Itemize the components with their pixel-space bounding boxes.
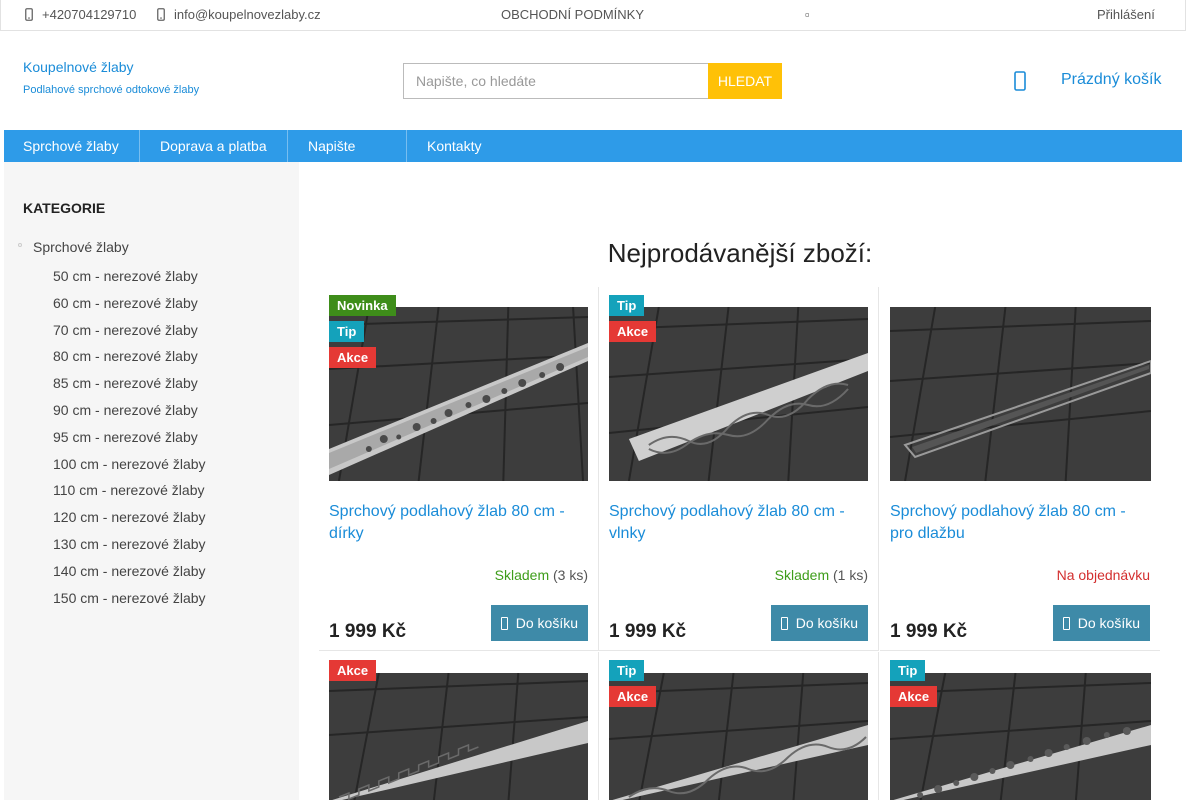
product-name[interactable]: Sprchový podlahový žlab 80 cm - dírky [329,501,589,545]
product-price: 1 999 Kč [329,621,407,642]
sidebar-heading: KATEGORIE [23,200,106,216]
product-image[interactable] [890,307,1151,481]
availability-count: (1 ks) [833,567,868,583]
product-flags: Tip Akce [890,660,938,712]
sidebar-subitem[interactable]: 120 cm - nerezové žlaby [53,504,206,531]
product-availability: Skladem (1 ks) [775,567,868,583]
nav-item-kontakty[interactable]: Kontakty [407,130,507,162]
product-flags: Akce [329,660,377,686]
sidebar-subcategory-list: 50 cm - nerezové žlaby 60 cm - nerezové … [53,263,206,611]
dropdown-icon[interactable]: ▫ [805,0,810,31]
product-availability: Na objednávku [1057,567,1150,583]
search-input[interactable] [403,63,709,99]
availability-status: Na objednávku [1056,567,1150,583]
sidebar-item-sprchove-zlaby[interactable]: Sprchové žlaby [33,239,129,255]
login-link[interactable]: Přihlášení [1097,0,1155,31]
terms-link[interactable]: OBCHODNÍ PODMÍNKY [501,0,644,31]
flag-tip: Tip [609,295,645,316]
top-bar: +420704129710 info@koupelnovezlaby.cz OB… [0,0,1186,31]
nav-item-sprchove-zlaby[interactable]: Sprchové žlaby [4,130,140,162]
product-name[interactable]: Sprchový podlahový žlab 80 cm - pro dlaž… [890,501,1150,545]
sidebar-subitem[interactable]: 110 cm - nerezové žlaby [53,477,206,504]
sidebar: KATEGORIE Sprchové žlaby 50 cm - nerezov… [4,162,299,800]
flag-tip: Tip [329,321,365,342]
phone-link[interactable]: +420704129710 [24,0,136,31]
add-to-cart-button[interactable]: Do košíku [770,605,868,641]
product-card: Tip Akce [599,652,879,800]
add-to-cart-label: Do košíku [515,615,578,631]
product-availability: Skladem (3 ks) [495,567,588,583]
section-title: Nejprodávanější zboží: [607,238,873,268]
product-flags: Tip Akce [609,660,657,712]
sidebar-subitem[interactable]: 70 cm - nerezové žlaby [53,317,206,344]
nav-item-doprava-a-platba[interactable]: Doprava a platba [140,130,288,162]
product-price: 1 999 Kč [890,621,968,642]
product-card: Novinka Tip Akce Sprchový podlahový žlab… [319,287,599,651]
cart-icon[interactable] [1013,70,1027,92]
phone-number: +420704129710 [42,7,137,22]
add-to-cart-button[interactable]: Do košíku [1052,605,1150,641]
logo-title[interactable]: Koupelnové žlaby [23,59,134,75]
main-nav: Sprchové žlaby Doprava a platba Napište … [4,130,1182,186]
product-flags: Tip Akce [609,295,657,347]
search-button[interactable]: HLEDAT [708,63,782,99]
nav-item-napiste-nam[interactable]: Napište nám [288,130,407,186]
product-image[interactable] [329,673,588,800]
product-card: Tip Akce [880,652,1160,800]
availability-count: (3 ks) [553,567,588,583]
flag-akce: Akce [609,686,657,707]
product-card: Tip Akce Sprchový podlahový žlab 80 cm -… [599,287,879,651]
email-link[interactable]: info@koupelnovezlaby.cz [156,0,321,31]
product-flags: Novinka Tip Akce [329,295,396,373]
availability-status: Skladem [494,567,550,583]
sidebar-subitem[interactable]: 50 cm - nerezové žlaby [53,263,206,290]
phone-icon [25,8,33,21]
availability-status: Skladem [774,567,830,583]
cart-label[interactable]: Prázdný košík [1061,71,1161,89]
bullet-icon [18,243,22,247]
add-to-cart-button[interactable]: Do košíku [490,605,588,641]
flag-akce: Akce [329,347,377,368]
flag-akce: Akce [329,660,377,681]
sidebar-subitem[interactable]: 150 cm - nerezové žlaby [53,585,206,612]
sidebar-subitem[interactable]: 95 cm - nerezové žlaby [53,424,206,451]
product-card: Akce [319,652,599,800]
product-name[interactable]: Sprchový podlahový žlab 80 cm - vlnky [609,501,869,545]
cart-icon [780,617,788,630]
flag-akce: Akce [890,686,938,707]
sidebar-subitem[interactable]: 100 cm - nerezové žlaby [53,451,206,478]
add-to-cart-label: Do košíku [795,615,858,631]
email-address: info@koupelnovezlaby.cz [174,7,321,22]
sidebar-subitem[interactable]: 130 cm - nerezové žlaby [53,531,206,558]
product-card: Sprchový podlahový žlab 80 cm - pro dlaž… [880,287,1160,651]
product-price: 1 999 Kč [609,621,687,642]
sidebar-subitem[interactable]: 90 cm - nerezové žlaby [53,397,206,424]
sidebar-subitem[interactable]: 80 cm - nerezové žlaby [53,343,206,370]
mobile-icon [157,8,165,21]
logo-subtitle: Podlahové sprchové odtokové žlaby [23,84,200,96]
sidebar-subitem[interactable]: 85 cm - nerezové žlaby [53,370,206,397]
flag-tip: Tip [890,660,926,681]
flag-tip: Tip [609,660,645,681]
add-to-cart-label: Do košíku [1077,615,1140,631]
cart-icon [1062,617,1070,630]
sidebar-subitem[interactable]: 140 cm - nerezové žlaby [53,558,206,585]
flag-novinka: Novinka [329,295,396,316]
flag-akce: Akce [609,321,657,342]
cart-icon [500,617,508,630]
sidebar-subitem[interactable]: 60 cm - nerezové žlaby [53,290,206,317]
